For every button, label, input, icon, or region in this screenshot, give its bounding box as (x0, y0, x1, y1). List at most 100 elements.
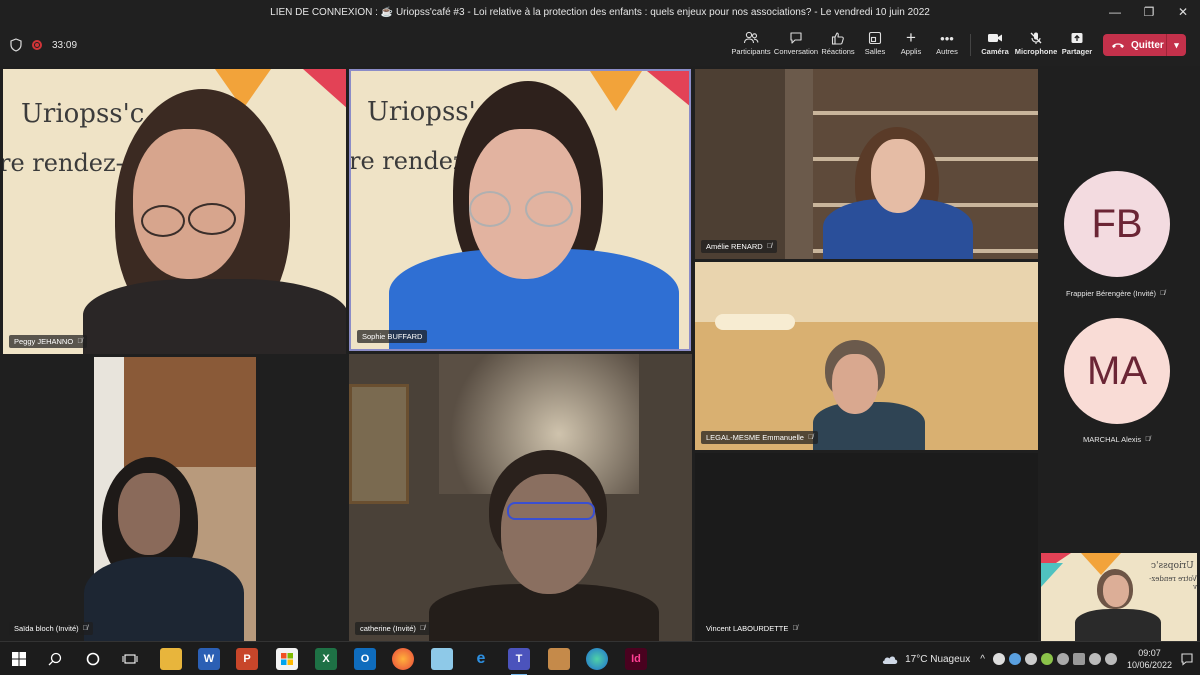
app-icon[interactable] (548, 648, 570, 670)
participant-name-tag: Sophie BUFFARD (357, 330, 428, 343)
search-icon[interactable] (44, 648, 66, 670)
meeting-timer: 33:09 (52, 39, 78, 51)
face (133, 129, 245, 279)
participants-label: Participants (731, 47, 771, 56)
rooms-icon (868, 29, 882, 47)
participant-name-tag: Vincent LABOURDETTE 🎙̸ (701, 622, 803, 635)
face (832, 354, 878, 414)
excel-icon[interactable]: X (315, 648, 337, 670)
tray-app-icon[interactable] (1056, 653, 1069, 665)
camera-icon (987, 29, 1003, 47)
weather-text[interactable]: 17°C Nuageux (905, 654, 970, 665)
chevron-down-icon[interactable]: ▾ (1167, 40, 1186, 51)
title-bar: LIEN DE CONNEXION : ☕ Uriopss'café #3 - … (0, 0, 1200, 24)
face (871, 139, 925, 213)
background-text: Uriopss'c (21, 99, 145, 129)
store-icon[interactable] (276, 648, 298, 670)
tray-app-icon[interactable] (1024, 653, 1037, 665)
usb-icon[interactable] (992, 653, 1005, 665)
glasses-left (469, 191, 511, 227)
reactions-button[interactable]: Réactions (821, 29, 855, 63)
more-button[interactable]: ••• Autres (933, 29, 961, 63)
share-label: Partager (1061, 47, 1093, 56)
mic-off-icon: 🎙̸ (419, 625, 426, 632)
word-icon[interactable]: W (198, 648, 220, 670)
toolbar-divider (970, 34, 971, 56)
participant-name-tag: Amélie RENARD 🎙̸ (701, 240, 777, 253)
video-tile[interactable]: Amélie RENARD 🎙̸ (695, 69, 1038, 259)
file-explorer-icon[interactable] (160, 648, 182, 670)
chevron-up-icon[interactable]: ^ (980, 654, 985, 665)
window-controls: — ❐ ✕ (1098, 0, 1200, 24)
avatar[interactable]: FB (1064, 171, 1170, 277)
avatar[interactable]: MA (1064, 318, 1170, 424)
powerpoint-icon[interactable]: P (236, 648, 258, 670)
video-tile[interactable]: catherine (Invité) 🎙̸ (349, 354, 692, 641)
mic-off-icon: 🎙̸ (807, 434, 814, 441)
battery-icon[interactable] (1072, 653, 1085, 665)
restore-button[interactable]: ❐ (1132, 0, 1166, 24)
leave-main[interactable]: Quitter (1103, 34, 1167, 56)
indesign-icon[interactable]: Id (625, 648, 647, 670)
ceiling (695, 262, 1038, 322)
rooms-button[interactable]: Salles (861, 29, 889, 63)
wifi-icon[interactable] (1088, 653, 1101, 665)
more-label: Autres (936, 47, 958, 56)
video-tile[interactable]: LEGAL-MESME Emmanuelle 🎙̸ (695, 262, 1038, 450)
video-tile[interactable]: Saïda bloch (Invité) 🎙̸ (3, 354, 346, 641)
camera-button[interactable]: Caméra (980, 29, 1010, 63)
windows-start-icon[interactable] (8, 648, 30, 670)
face (118, 473, 180, 555)
self-view[interactable]: Uriopss'c Votre rendez-v (1041, 553, 1197, 641)
edge-icon[interactable] (586, 648, 608, 670)
mic-off-icon: 🎙̸ (82, 625, 88, 632)
minimize-button[interactable]: — (1098, 0, 1132, 24)
video-tile[interactable]: Vincent LABOURDETTE 🎙̸ (695, 453, 1038, 641)
outlook-icon[interactable]: O (354, 648, 376, 670)
leave-meeting-button[interactable]: Quitter ▾ (1103, 34, 1186, 56)
shield-icon[interactable] (10, 38, 22, 52)
apps-button[interactable]: + Applis (896, 28, 926, 63)
dropbox-icon[interactable] (1008, 653, 1021, 665)
glasses (507, 502, 595, 520)
video-tile-active-speaker[interactable]: Uriopss'c re rendez-vous en Sophie BUFFA… (349, 69, 691, 351)
participants-button[interactable]: Participants (731, 29, 771, 63)
clock-time: 09:07 (1138, 648, 1161, 658)
participant-name-tag: LEGAL-MESME Emmanuelle 🎙̸ (701, 431, 819, 444)
volume-icon[interactable] (1104, 653, 1117, 665)
mic-off-icon: 🎙̸ (1160, 290, 1166, 297)
wall-frame (349, 384, 409, 504)
firefox-icon[interactable] (392, 648, 414, 670)
internet-explorer-icon[interactable]: e (470, 648, 492, 670)
body (83, 279, 346, 354)
video-tile[interactable]: Uriopss'c re rendez- Peggy JEHANNO 🎙̸ (3, 69, 346, 354)
teams-icon[interactable]: T (508, 648, 530, 670)
face (501, 474, 597, 594)
participant-name: LEGAL-MESME Emmanuelle (706, 433, 804, 442)
cortana-icon[interactable] (82, 648, 104, 670)
clock[interactable]: 09:07 10/06/2022 (1127, 647, 1172, 671)
tray-app-icon[interactable] (1040, 653, 1053, 665)
conversation-label: Conversation (773, 47, 819, 56)
meeting-toolbar: 33:09 Participants Conversation Réaction… (0, 24, 1200, 66)
notifications-icon[interactable] (1180, 652, 1194, 666)
cloud-icon (882, 656, 898, 664)
participant-name-tag: catherine (Invité) 🎙̸ (355, 622, 431, 635)
photos-icon[interactable] (431, 648, 453, 670)
ceiling-light (715, 314, 795, 330)
share-icon (1070, 29, 1084, 47)
ceiling-beams (124, 357, 256, 467)
task-view-icon[interactable] (119, 648, 141, 670)
participant-name: Frappier Bérengère (Invité) (1066, 289, 1157, 298)
share-button[interactable]: Partager (1061, 29, 1093, 63)
mic-off-icon (1029, 29, 1043, 47)
mic-off-icon: 🎙̸ (77, 338, 83, 345)
body (1075, 609, 1161, 641)
microphone-button[interactable]: Microphone (1015, 29, 1057, 63)
reactions-icon (831, 29, 845, 47)
conversation-button[interactable]: Conversation (773, 29, 819, 63)
mic-off-icon: 🎙̸ (792, 625, 798, 632)
participant-name: Saïda bloch (Invité) (14, 624, 79, 633)
participant-name-tag: Peggy JEHANNO 🎙̸ (9, 335, 88, 348)
close-button[interactable]: ✕ (1166, 0, 1200, 24)
